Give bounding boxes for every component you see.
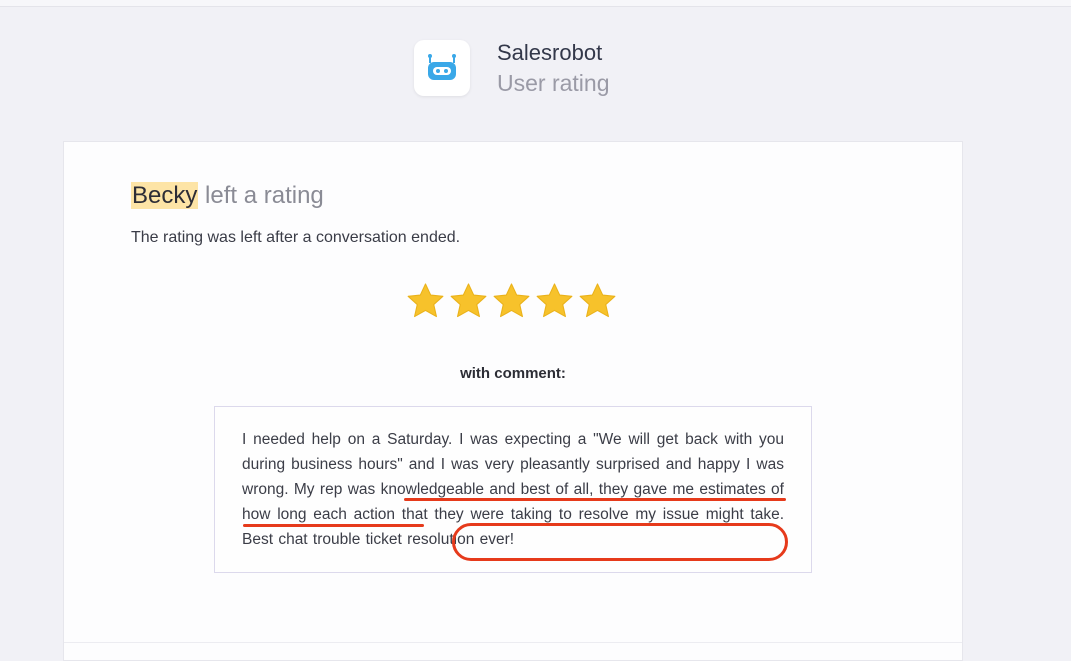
- star-icon: [450, 283, 487, 318]
- app-header: Salesrobot User rating: [414, 40, 714, 100]
- star-rating: [404, 280, 624, 326]
- rating-description: The rating was left after a conversation…: [131, 229, 461, 246]
- star-icon: [493, 283, 530, 318]
- robot-icon: [428, 54, 456, 80]
- app-subtitle: User rating: [497, 70, 610, 96]
- annotation-underline: [243, 524, 424, 527]
- comment-label: with comment:: [460, 365, 566, 382]
- star-icon: [536, 283, 573, 318]
- rating-card: Becky left a rating The rating was left …: [63, 141, 963, 661]
- user-name: Becky: [131, 182, 199, 209]
- title-suffix: left a rating: [198, 182, 324, 209]
- annotation-circle: [452, 523, 788, 561]
- star-icon: [407, 283, 444, 318]
- app-logo: [414, 40, 470, 96]
- rating-title: Becky left a rating: [131, 182, 324, 210]
- annotation-underline: [404, 498, 786, 501]
- app-name: Salesrobot: [497, 40, 603, 65]
- card-divider: [64, 642, 962, 643]
- comment-box: I needed help on a Saturday. I was expec…: [214, 406, 812, 573]
- top-border: [0, 0, 1071, 7]
- star-icon: [579, 283, 616, 318]
